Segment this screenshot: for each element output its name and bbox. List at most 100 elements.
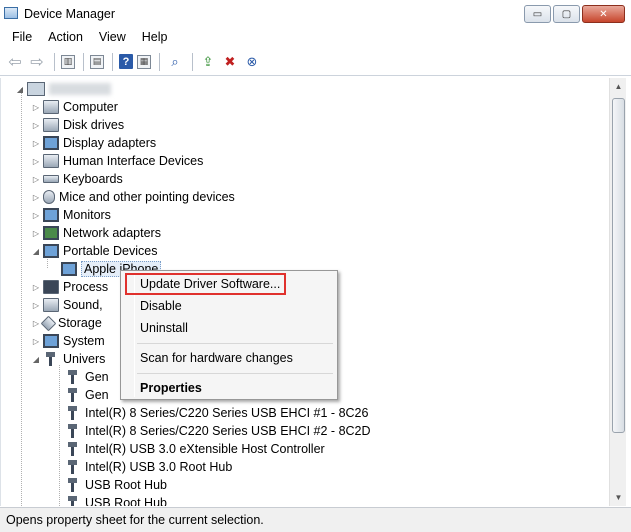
back-arrow-icon[interactable]: ⇦ [6, 54, 24, 71]
category-label: Portable Devices [63, 244, 158, 258]
sound-icon [43, 298, 59, 312]
tree-device[interactable]: Intel(R) 8 Series/C220 Series USB EHCI #… [65, 404, 368, 422]
expand-icon[interactable]: ▷ [31, 103, 41, 112]
expand-icon[interactable]: ▷ [31, 193, 41, 202]
tree-category[interactable]: ▷ Network adapters [31, 224, 161, 242]
tree-category[interactable]: ▷ Process [31, 278, 108, 296]
category-label: Process [63, 280, 109, 294]
expand-icon[interactable]: ▷ [31, 301, 41, 310]
usb-controller-icon [43, 352, 59, 366]
scan-hardware-icon[interactable]: ⌕ [166, 54, 184, 70]
tree-category[interactable]: ▷ Storage [31, 314, 102, 332]
tree-device[interactable]: Intel(R) 8 Series/C220 Series USB EHCI #… [65, 422, 371, 440]
category-label: Keyboards [63, 172, 123, 186]
expand-icon[interactable]: ▷ [31, 139, 41, 148]
device-label: Intel(R) USB 3.0 Root Hub [85, 460, 233, 474]
scrollbar-thumb[interactable] [612, 98, 625, 433]
menu-separator [137, 373, 333, 374]
uninstall-device-icon[interactable]: ⊗ [243, 54, 261, 70]
scroll-up-icon[interactable]: ▲ [610, 78, 627, 95]
expand-icon[interactable]: ▷ [31, 319, 41, 328]
portable-device-icon [43, 244, 59, 258]
menu-item-disable[interactable]: Disable [140, 296, 182, 316]
collapse-icon[interactable]: ◢ [31, 355, 41, 364]
tree-category[interactable]: ◢ Univers [31, 350, 105, 368]
toolbar: ⇦ ⇨ ▥ ▤ ? ▦ ⌕ ⇪ ✖ ⊗ [0, 48, 631, 76]
expand-icon[interactable]: ▷ [31, 157, 41, 166]
tree-category[interactable]: ▷ Monitors [31, 206, 111, 224]
disable-device-icon[interactable]: ✖ [221, 54, 239, 70]
expand-icon[interactable]: ▷ [31, 121, 41, 130]
menu-help[interactable]: Help [134, 28, 176, 48]
expand-icon[interactable]: ▷ [31, 175, 41, 184]
tree-category[interactable]: ▷ Disk drives [31, 116, 124, 134]
tree-category[interactable]: ▷ Sound, [31, 296, 103, 314]
tree-device[interactable]: USB Root Hub [65, 494, 167, 506]
menu-item-uninstall[interactable]: Uninstall [140, 318, 188, 338]
maximize-button[interactable]: ▢ [553, 5, 580, 23]
tree-category[interactable]: ▷ Human Interface Devices [31, 152, 203, 170]
status-bar: Opens property sheet for the current sel… [0, 507, 631, 532]
tree-root[interactable]: ◢ [15, 80, 111, 98]
tree-category[interactable]: ▷ Mice and other pointing devices [31, 188, 235, 206]
toolbar-separator [112, 52, 113, 71]
tree-device[interactable]: USB Root Hub [65, 476, 167, 494]
expand-icon[interactable]: ▷ [31, 229, 41, 238]
usb-icon [65, 424, 81, 438]
tree-device[interactable]: Intel(R) USB 3.0 eXtensible Host Control… [65, 440, 325, 458]
category-label: Sound, [63, 298, 103, 312]
device-manager-app-icon [4, 7, 18, 19]
computer-name-blurred [49, 83, 111, 95]
tree-category[interactable]: ▷ Display adapters [31, 134, 156, 152]
monitor-icon [43, 208, 59, 222]
title-bar: Device Manager ▭ ▢ ✕ [0, 0, 631, 28]
tree-category[interactable]: ◢ Portable Devices [31, 242, 158, 260]
category-label: Storage [58, 316, 102, 330]
tree-device[interactable]: Gen [65, 386, 109, 404]
tree-category[interactable]: ▷ Keyboards [31, 170, 123, 188]
menu-view[interactable]: View [91, 28, 134, 48]
usb-icon [65, 460, 81, 474]
category-label: Univers [63, 352, 106, 366]
category-label: System [63, 334, 105, 348]
device-label: Gen [85, 370, 109, 384]
tree-category[interactable]: ▷ Computer [31, 98, 118, 116]
expand-icon[interactable]: ▷ [31, 283, 41, 292]
vertical-scrollbar[interactable]: ▲ ▼ [609, 78, 626, 506]
menu-item-scan-hardware[interactable]: Scan for hardware changes [140, 348, 293, 368]
update-driver-icon[interactable]: ⇪ [199, 54, 217, 70]
minimize-button[interactable]: ▭ [524, 5, 551, 23]
mouse-icon [43, 190, 55, 204]
tree-device[interactable]: Intel(R) USB 3.0 Root Hub [65, 458, 232, 476]
menu-item-properties[interactable]: Properties [140, 378, 202, 398]
menu-file[interactable]: File [4, 28, 40, 48]
category-label: Display adapters [63, 136, 157, 150]
expand-icon[interactable]: ▷ [31, 337, 41, 346]
tree-category[interactable]: ▷ System [31, 332, 105, 350]
help-icon[interactable]: ? [119, 54, 133, 69]
hid-icon [43, 154, 59, 168]
toolbar-separator [192, 52, 193, 71]
device-label: Intel(R) 8 Series/C220 Series USB EHCI #… [85, 406, 369, 420]
context-menu: Update Driver Software... Disable Uninst… [120, 270, 338, 400]
show-hide-tree-icon[interactable]: ▥ [61, 54, 75, 69]
properties-icon[interactable]: ▤ [90, 54, 104, 69]
device-label: Gen [85, 388, 109, 402]
usb-icon [65, 496, 81, 506]
device-label: Intel(R) 8 Series/C220 Series USB EHCI #… [85, 424, 371, 438]
computer-icon [43, 100, 59, 114]
expand-icon[interactable]: ▷ [31, 211, 41, 220]
device-label: Intel(R) USB 3.0 eXtensible Host Control… [85, 442, 325, 456]
usb-icon [65, 478, 81, 492]
collapse-icon[interactable]: ◢ [15, 85, 25, 94]
close-button[interactable]: ✕ [582, 5, 625, 23]
collapse-icon[interactable]: ◢ [31, 247, 41, 256]
scroll-down-icon[interactable]: ▼ [610, 489, 627, 506]
menu-action[interactable]: Action [40, 28, 91, 48]
forward-arrow-icon[interactable]: ⇨ [28, 54, 46, 71]
view-icon[interactable]: ▦ [137, 54, 151, 69]
tree-device[interactable]: Gen [65, 368, 109, 386]
disk-drive-icon [43, 118, 59, 132]
usb-icon [65, 370, 81, 384]
menu-item-update-driver[interactable]: Update Driver Software... [140, 274, 280, 294]
